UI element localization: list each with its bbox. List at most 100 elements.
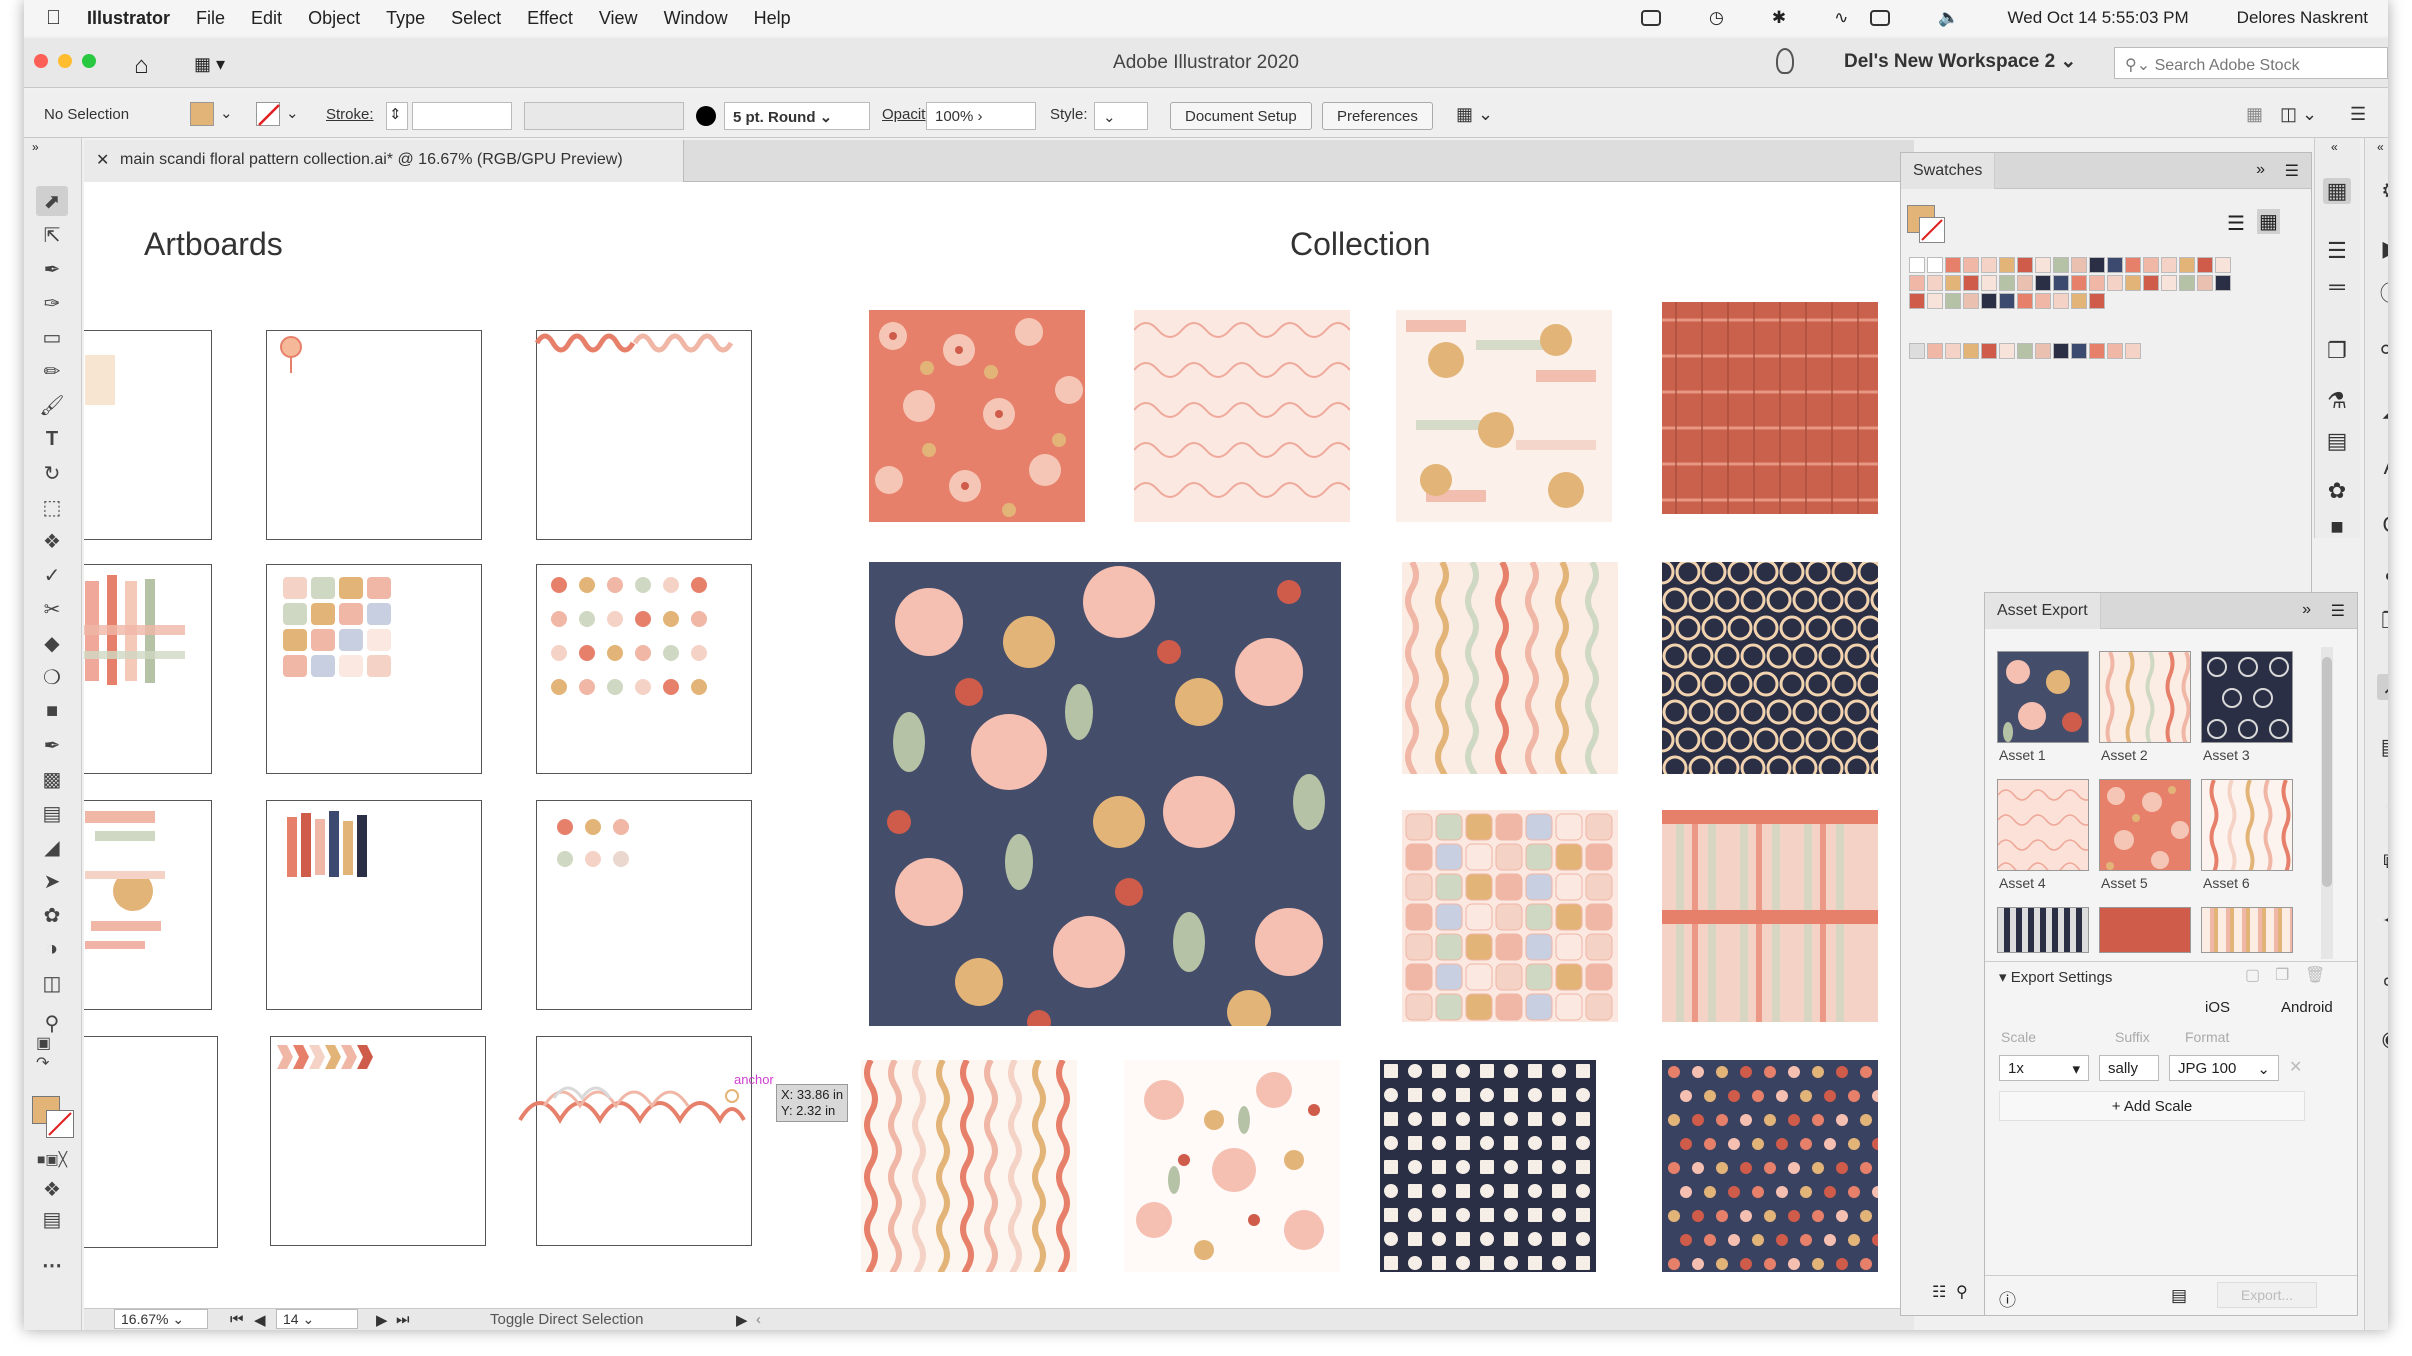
- asset-scrollbar[interactable]: [2321, 647, 2333, 959]
- menu-edit[interactable]: Edit: [251, 8, 282, 29]
- delete-asset-icon[interactable]: 🗑: [2305, 965, 2325, 985]
- artboard-tool-icon[interactable]: ▤: [36, 798, 68, 828]
- opentype-panel-icon[interactable]: O: [2377, 512, 2388, 538]
- pencil-tool-icon[interactable]: ✏: [36, 356, 68, 386]
- pattern-brushstroke-florals[interactable]: [1396, 310, 1612, 522]
- direct-selection-tool-icon[interactable]: ⇱: [36, 220, 68, 250]
- document-tab[interactable]: ✕ main scandi floral pattern collection.…: [84, 140, 684, 182]
- asset-4-thumbnail[interactable]: [1997, 779, 2089, 871]
- swatch-chip[interactable]: [2017, 257, 2033, 273]
- variable-width-profile[interactable]: [524, 102, 684, 130]
- swatch-chip[interactable]: [1963, 275, 1979, 291]
- transparency-panel-icon[interactable]: ◢: [2377, 396, 2388, 422]
- asset-9-thumbnail[interactable]: [2201, 907, 2293, 953]
- pattern-white-florals[interactable]: [1124, 1060, 1340, 1272]
- menu-object[interactable]: Object: [308, 8, 360, 29]
- panel-menu-icon[interactable]: ☰: [2350, 104, 2366, 125]
- swatch-chip[interactable]: [2197, 275, 2213, 291]
- menu-type[interactable]: Type: [386, 8, 425, 29]
- rotate-tool-icon[interactable]: ↻: [36, 458, 68, 488]
- swatch-chip[interactable]: [1999, 293, 2015, 309]
- stroke-panel-icon[interactable]: ═: [2323, 274, 2351, 300]
- rectangle-tool-icon[interactable]: ▭: [36, 322, 68, 352]
- artboard-6[interactable]: [536, 564, 752, 774]
- menubar-user[interactable]: Delores Naskrent: [2237, 8, 2368, 28]
- pattern-woven-red[interactable]: [1662, 302, 1878, 514]
- swatch-chip[interactable]: [1981, 257, 1997, 273]
- swatch-chip[interactable]: [1909, 257, 1925, 273]
- swatch-chip[interactable]: [2053, 275, 2069, 291]
- color-mode-icons[interactable]: ■▣╳: [36, 1144, 68, 1174]
- asset-2-thumbnail[interactable]: [2099, 651, 2191, 743]
- stroke-weight-field[interactable]: [412, 102, 512, 130]
- stroke-color-box[interactable]: [46, 1110, 74, 1138]
- settings-gear-icon[interactable]: ⚙: [2377, 178, 2388, 204]
- type-tool-icon[interactable]: T: [36, 424, 68, 454]
- edit-toolbar-icon[interactable]: ⋯: [36, 1250, 68, 1280]
- swatch-chip[interactable]: [2143, 257, 2159, 273]
- eraser-tool-icon[interactable]: ◆: [36, 628, 68, 658]
- artboard-canvas[interactable]: Artboards Collection anchor X: 33.86 in …: [84, 182, 1914, 1310]
- swatch-chip[interactable]: [2215, 257, 2231, 273]
- paragraph-panel-icon[interactable]: ¶: [2377, 568, 2388, 594]
- menu-file[interactable]: File: [196, 8, 225, 29]
- export-button[interactable]: Export...: [2217, 1282, 2317, 1308]
- swatch-chip[interactable]: [1927, 275, 1943, 291]
- document-setup-button[interactable]: Document Setup: [1170, 102, 1312, 130]
- align-icon[interactable]: ▦: [2246, 104, 2263, 125]
- bluetooth-icon[interactable]: ✱: [1772, 8, 1786, 28]
- swatch-chip[interactable]: [1909, 275, 1925, 291]
- export-settings-toggle[interactable]: ▾ Export Settings: [1985, 961, 2357, 989]
- status-menu-icon[interactable]: ▶: [736, 1311, 748, 1329]
- swatch-chip[interactable]: [1963, 257, 1979, 273]
- swatch-chip[interactable]: [1981, 293, 1997, 309]
- swatch-chip[interactable]: [2053, 257, 2069, 273]
- pattern-wavy-stripes-2[interactable]: [861, 1060, 1077, 1272]
- transform-panel-icon[interactable]: ⧉: [2377, 848, 2388, 874]
- artboard-9[interactable]: [536, 800, 752, 1010]
- artboard-7[interactable]: [84, 800, 212, 1010]
- stroke-swatch[interactable]: [256, 102, 280, 126]
- swatch-chip[interactable]: [1999, 257, 2015, 273]
- swatch-chip[interactable]: [2071, 293, 2087, 309]
- export-for-screens-icon[interactable]: ▤: [2171, 1286, 2187, 1306]
- symbol-sprayer-icon[interactable]: ✿: [36, 900, 68, 930]
- swatch-chip[interactable]: [1927, 257, 1943, 273]
- cloud-status-icon[interactable]: [1641, 10, 1662, 26]
- graphic-styles-icon[interactable]: ■: [2323, 514, 2351, 540]
- color-picker-tool-icon[interactable]: ✒: [36, 730, 68, 760]
- artboard-8[interactable]: [266, 800, 482, 1010]
- actions-play-icon[interactable]: ▶: [2377, 236, 2388, 262]
- artboard-navigator[interactable]: 14 ⌄: [276, 1309, 358, 1329]
- menu-help[interactable]: Help: [754, 8, 791, 29]
- collapse-dock-icon[interactable]: «: [2331, 140, 2338, 154]
- artboards-panel-icon[interactable]: ❐: [2323, 338, 2351, 364]
- swatches-menu-icon[interactable]: ☰: [2285, 161, 2299, 181]
- draw-mode-icon[interactable]: ❖: [36, 1174, 68, 1204]
- character-panel-icon[interactable]: A: [2377, 454, 2388, 480]
- swatch-chip[interactable]: [2035, 343, 2051, 359]
- arrange-icon[interactable]: ▦ ⌄: [1456, 104, 1493, 125]
- pattern-striped-fringe[interactable]: [1662, 810, 1878, 1022]
- artboard-4[interactable]: [84, 564, 212, 774]
- pattern-navy-ogee[interactable]: [1662, 562, 1878, 774]
- next-artboard-icon[interactable]: ▶: [376, 1311, 388, 1329]
- swatch-chip[interactable]: [1999, 275, 2015, 291]
- properties-panel-icon[interactable]: ▤: [2323, 428, 2351, 454]
- swatch-chip[interactable]: [1909, 293, 1925, 309]
- scissors-tool-icon[interactable]: ✂: [36, 594, 68, 624]
- menu-window[interactable]: Window: [664, 8, 728, 29]
- swatch-chip[interactable]: [2107, 343, 2123, 359]
- asset-8-thumbnail[interactable]: [2099, 907, 2191, 953]
- menu-view[interactable]: View: [599, 8, 638, 29]
- asset-scroll-thumb[interactable]: [2322, 657, 2332, 887]
- menu-select[interactable]: Select: [451, 8, 501, 29]
- fill-dropdown-icon[interactable]: ⌄: [220, 104, 233, 122]
- artboard-5[interactable]: [266, 564, 482, 774]
- minimize-window-icon[interactable]: [58, 54, 72, 68]
- volume-icon[interactable]: 🔈: [1938, 8, 1959, 28]
- add-scale-button[interactable]: + Add Scale: [1999, 1091, 2305, 1121]
- swatch-chip[interactable]: [1945, 275, 1961, 291]
- swatch-chip[interactable]: [2215, 275, 2231, 291]
- swatches-panel-icon[interactable]: ▦: [2323, 178, 2351, 204]
